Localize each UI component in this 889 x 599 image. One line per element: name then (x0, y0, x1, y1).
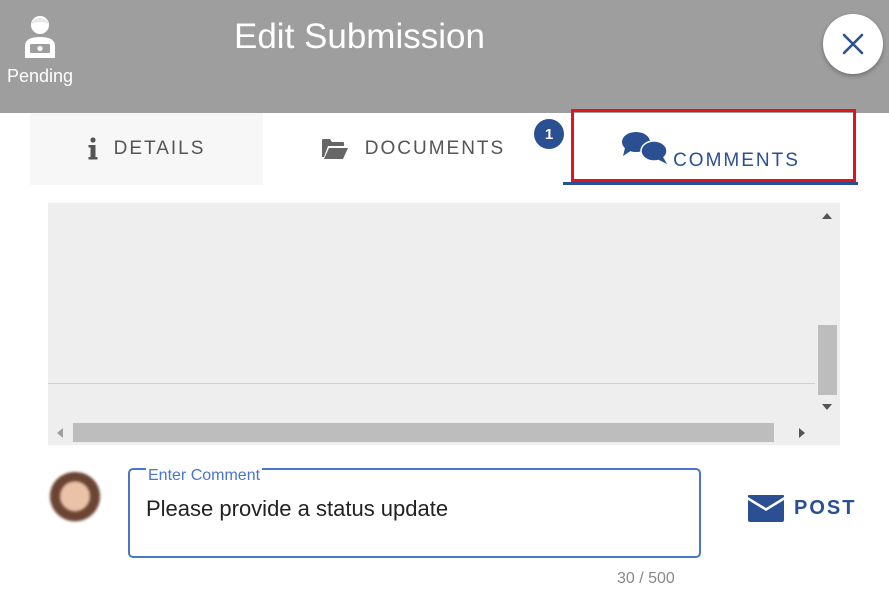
person-money-icon (25, 16, 55, 58)
comment-input[interactable] (146, 496, 686, 522)
horizontal-scrollbar[interactable] (48, 420, 840, 445)
vertical-scrollbar[interactable] (815, 203, 840, 420)
post-button-label: POST (794, 496, 857, 519)
tab-comments[interactable]: COMMENTS (563, 109, 858, 185)
scroll-down-arrow-icon[interactable] (822, 404, 832, 410)
post-button[interactable]: POST (748, 490, 856, 526)
comments-count-badge: 1 (534, 119, 564, 149)
scroll-right-arrow-icon[interactable] (799, 428, 805, 438)
active-tab-underline (563, 182, 858, 185)
status-indicator: Pending (0, 14, 80, 87)
dialog-header: Pending Edit Submission (0, 0, 889, 113)
folder-open-icon (321, 139, 348, 159)
vertical-scroll-thumb[interactable] (818, 325, 837, 395)
info-icon (88, 137, 98, 160)
edit-submission-dialog: Pending Edit Submission DETAILS DOCUMENT… (0, 0, 889, 599)
comment-field-label: Enter Comment (146, 467, 263, 485)
tab-details-label: DETAILS (113, 138, 206, 159)
avatar (48, 472, 102, 526)
status-label: Pending (6, 66, 74, 86)
dialog-title: Edit Submission (234, 17, 485, 56)
close-icon (842, 33, 864, 55)
horizontal-scroll-thumb[interactable] (73, 423, 774, 442)
scroll-left-arrow-icon[interactable] (57, 428, 63, 438)
close-button[interactable] (823, 14, 883, 74)
tab-documents-label: DOCUMENTS (364, 138, 506, 159)
comments-list-area (48, 384, 815, 420)
tab-details[interactable]: DETAILS (30, 113, 263, 185)
scroll-up-arrow-icon[interactable] (822, 213, 832, 219)
envelope-icon (748, 494, 784, 522)
tab-comments-label: COMMENTS (673, 150, 800, 171)
character-counter: 30 / 500 (617, 570, 675, 587)
comments-icon (622, 132, 668, 164)
tab-documents[interactable]: DOCUMENTS (263, 113, 563, 185)
comments-list (48, 203, 815, 384)
